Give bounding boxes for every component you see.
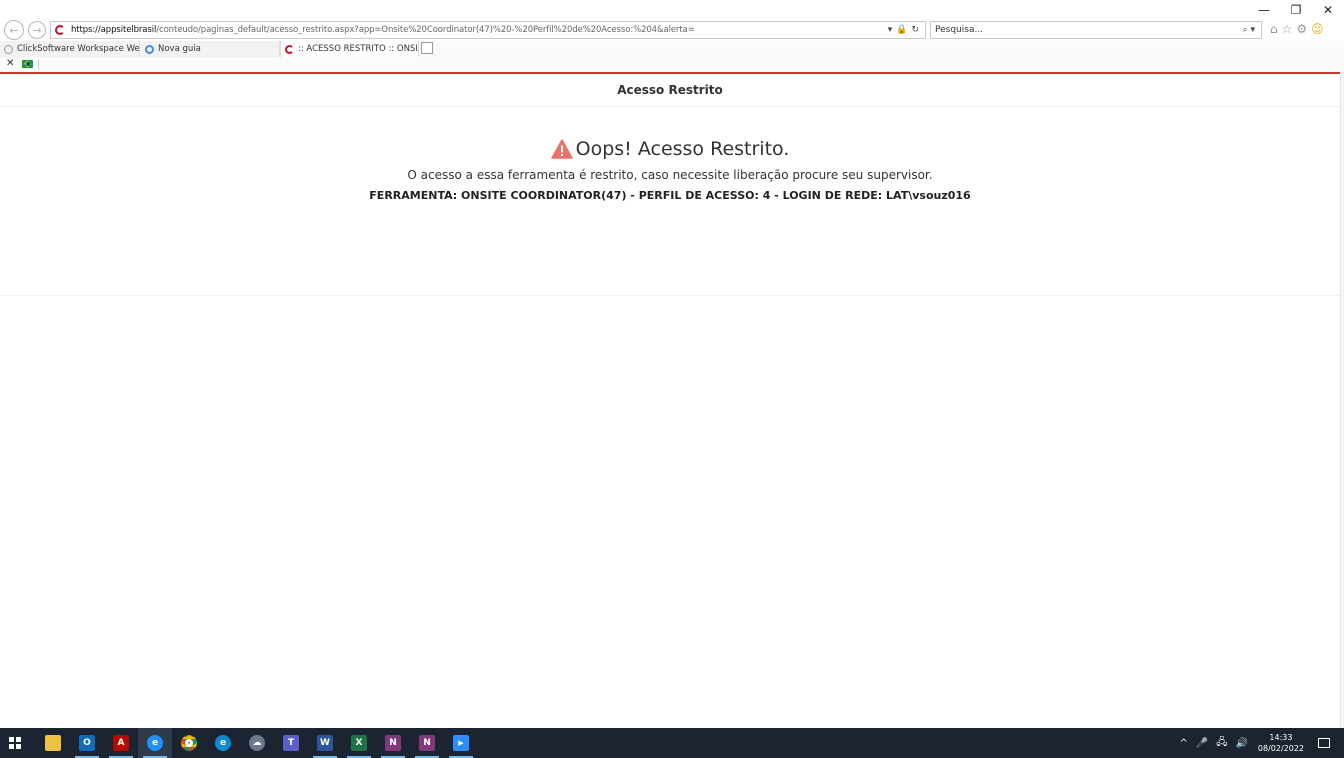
- address-icons: ▾ 🔒 ↻: [888, 25, 925, 35]
- favorites-star-icon[interactable]: ☆: [1282, 22, 1293, 36]
- tab-acesso-restrito[interactable]: :: ACESSO RESTRITO :: ONSI... ✕: [280, 41, 419, 57]
- feedback-smiley-icon[interactable]: ☺: [1311, 22, 1324, 36]
- taskbar-word[interactable]: W: [308, 728, 342, 758]
- tab-bar: ClickSoftware Workspace Web ... Nova gui…: [0, 41, 1344, 57]
- site-logo-icon: [55, 25, 65, 35]
- forward-button[interactable]: →: [28, 21, 46, 39]
- network-app-icon: ☁: [249, 735, 265, 751]
- outlook-icon: O: [79, 735, 95, 751]
- taskbar-file-explorer[interactable]: [36, 728, 70, 758]
- acrobat-icon: A: [113, 735, 129, 751]
- word-icon: W: [317, 735, 333, 751]
- taskbar-teams[interactable]: T: [274, 728, 308, 758]
- clock-time: 14:33: [1269, 733, 1293, 742]
- refresh-icon[interactable]: ↻: [911, 25, 919, 35]
- lock-icon[interactable]: 🔒: [896, 25, 907, 35]
- chevron-up-icon[interactable]: ^: [1179, 738, 1187, 749]
- back-arrow-icon: ←: [9, 23, 19, 37]
- dropdown-icon[interactable]: ▾: [888, 25, 893, 35]
- address-bar[interactable]: https://appsitelbrasil/conteudo/paginas_…: [50, 21, 926, 39]
- address-row: ← → https://appsitelbrasil/conteudo/pagi…: [0, 18, 1344, 42]
- clock-date: 08/02/2022: [1257, 744, 1304, 753]
- ie-icon: e: [147, 735, 163, 751]
- tab-label: ClickSoftware Workspace Web ...: [17, 44, 140, 54]
- title-bar: — ❐ ✕: [0, 0, 1344, 20]
- taskbar-internet-explorer[interactable]: e: [138, 728, 172, 758]
- windows-start-button[interactable]: [9, 737, 21, 749]
- teams-icon: T: [283, 735, 299, 751]
- site-logo-icon: [285, 44, 294, 54]
- onenote-icon: N: [419, 735, 435, 751]
- tab-nova-guia[interactable]: Nova guia: [141, 41, 280, 57]
- access-info: FERRAMENTA: ONSITE COORDINATOR(47) - PER…: [369, 189, 971, 202]
- volume-icon[interactable]: 🔊: [1235, 738, 1247, 749]
- taskbar-edge[interactable]: e: [206, 728, 240, 758]
- page-content: Acesso Restrito Oops! Acesso Restrito. O…: [0, 72, 1340, 728]
- home-icon[interactable]: ⌂: [1270, 22, 1278, 36]
- gear-icon: [4, 44, 13, 54]
- taskbar-zoom[interactable]: ▶: [444, 728, 478, 758]
- zoom-icon: ▶: [453, 735, 469, 751]
- search-input[interactable]: Pesquisa...: [931, 25, 1243, 35]
- network-icon[interactable]: 🖧: [1216, 735, 1227, 752]
- system-tray: ^ 🎤 🖧 🔊 14:33 08/02/2022: [1175, 728, 1344, 758]
- start-tile: [9, 737, 14, 742]
- favorites-bar: ✕: [0, 57, 1344, 72]
- microphone-icon[interactable]: 🎤: [1196, 738, 1208, 749]
- clock[interactable]: 14:33 08/02/2022: [1258, 732, 1304, 754]
- forward-arrow-icon: →: [32, 23, 42, 37]
- taskbar-network-app[interactable]: ☁: [240, 728, 274, 758]
- restricted-panel: Oops! Acesso Restrito. O acesso a essa f…: [0, 107, 1340, 296]
- search-box[interactable]: Pesquisa... ⌕ ▾: [930, 21, 1262, 39]
- close-icon[interactable]: ✕: [6, 58, 14, 69]
- url-path: /conteudo/paginas_default/acesso_restrit…: [156, 25, 695, 35]
- minimize-button[interactable]: —: [1248, 0, 1280, 20]
- chrome-icon: [181, 735, 197, 751]
- brazil-flag-icon[interactable]: [22, 60, 33, 68]
- divider: [38, 59, 39, 70]
- url-text[interactable]: https://appsitelbrasil/conteudo/paginas_…: [71, 25, 888, 35]
- warning-icon: [550, 139, 573, 159]
- taskbar-onenote[interactable]: N: [376, 728, 410, 758]
- scrollbar[interactable]: [1340, 72, 1344, 728]
- oops-heading: Oops! Acesso Restrito.: [0, 138, 1340, 160]
- browser-toolbar: ⌂ ☆ ⚙ ☺: [1270, 22, 1324, 36]
- notification-icon[interactable]: [1318, 738, 1330, 748]
- taskbar-outlook[interactable]: O: [70, 728, 104, 758]
- tab-label: :: ACESSO RESTRITO :: ONSI...: [298, 44, 419, 54]
- taskbar-onenote-2016[interactable]: N: [410, 728, 444, 758]
- url-host: https://appsitelbrasil: [71, 25, 157, 35]
- window-controls: — ❐ ✕: [1248, 0, 1344, 20]
- close-window-button[interactable]: ✕: [1312, 0, 1344, 20]
- search-icon[interactable]: ⌕ ▾: [1243, 25, 1261, 35]
- restore-button[interactable]: ❐: [1280, 0, 1312, 20]
- tab-label: Nova guia: [158, 44, 201, 54]
- taskbar-adobe-acrobat[interactable]: A: [104, 728, 138, 758]
- ie-icon: [145, 44, 154, 54]
- tab-clicksoftware[interactable]: ClickSoftware Workspace Web ...: [0, 41, 140, 57]
- page-title: Acesso Restrito: [0, 74, 1340, 107]
- taskbar-chrome[interactable]: [172, 728, 206, 758]
- onenote-icon: N: [385, 735, 401, 751]
- back-button[interactable]: ←: [4, 20, 24, 40]
- taskbar-apps: O A e e ☁ T W X N N ▶: [36, 728, 478, 758]
- gear-icon[interactable]: ⚙: [1296, 22, 1307, 36]
- start-tile: [9, 744, 14, 749]
- new-tab-button[interactable]: [421, 42, 433, 54]
- restriction-description: O acesso a essa ferramenta é restrito, c…: [407, 168, 933, 182]
- start-tile: [16, 744, 21, 749]
- excel-icon: X: [351, 735, 367, 751]
- taskbar-excel[interactable]: X: [342, 728, 376, 758]
- edge-icon: e: [215, 735, 231, 751]
- oops-title: Oops! Acesso Restrito.: [575, 138, 790, 160]
- taskbar: O A e e ☁ T W X N N ▶ ^ 🎤 🖧 🔊 14:33 08/0…: [0, 728, 1344, 758]
- folder-icon: [45, 735, 61, 751]
- start-tile: [16, 737, 21, 742]
